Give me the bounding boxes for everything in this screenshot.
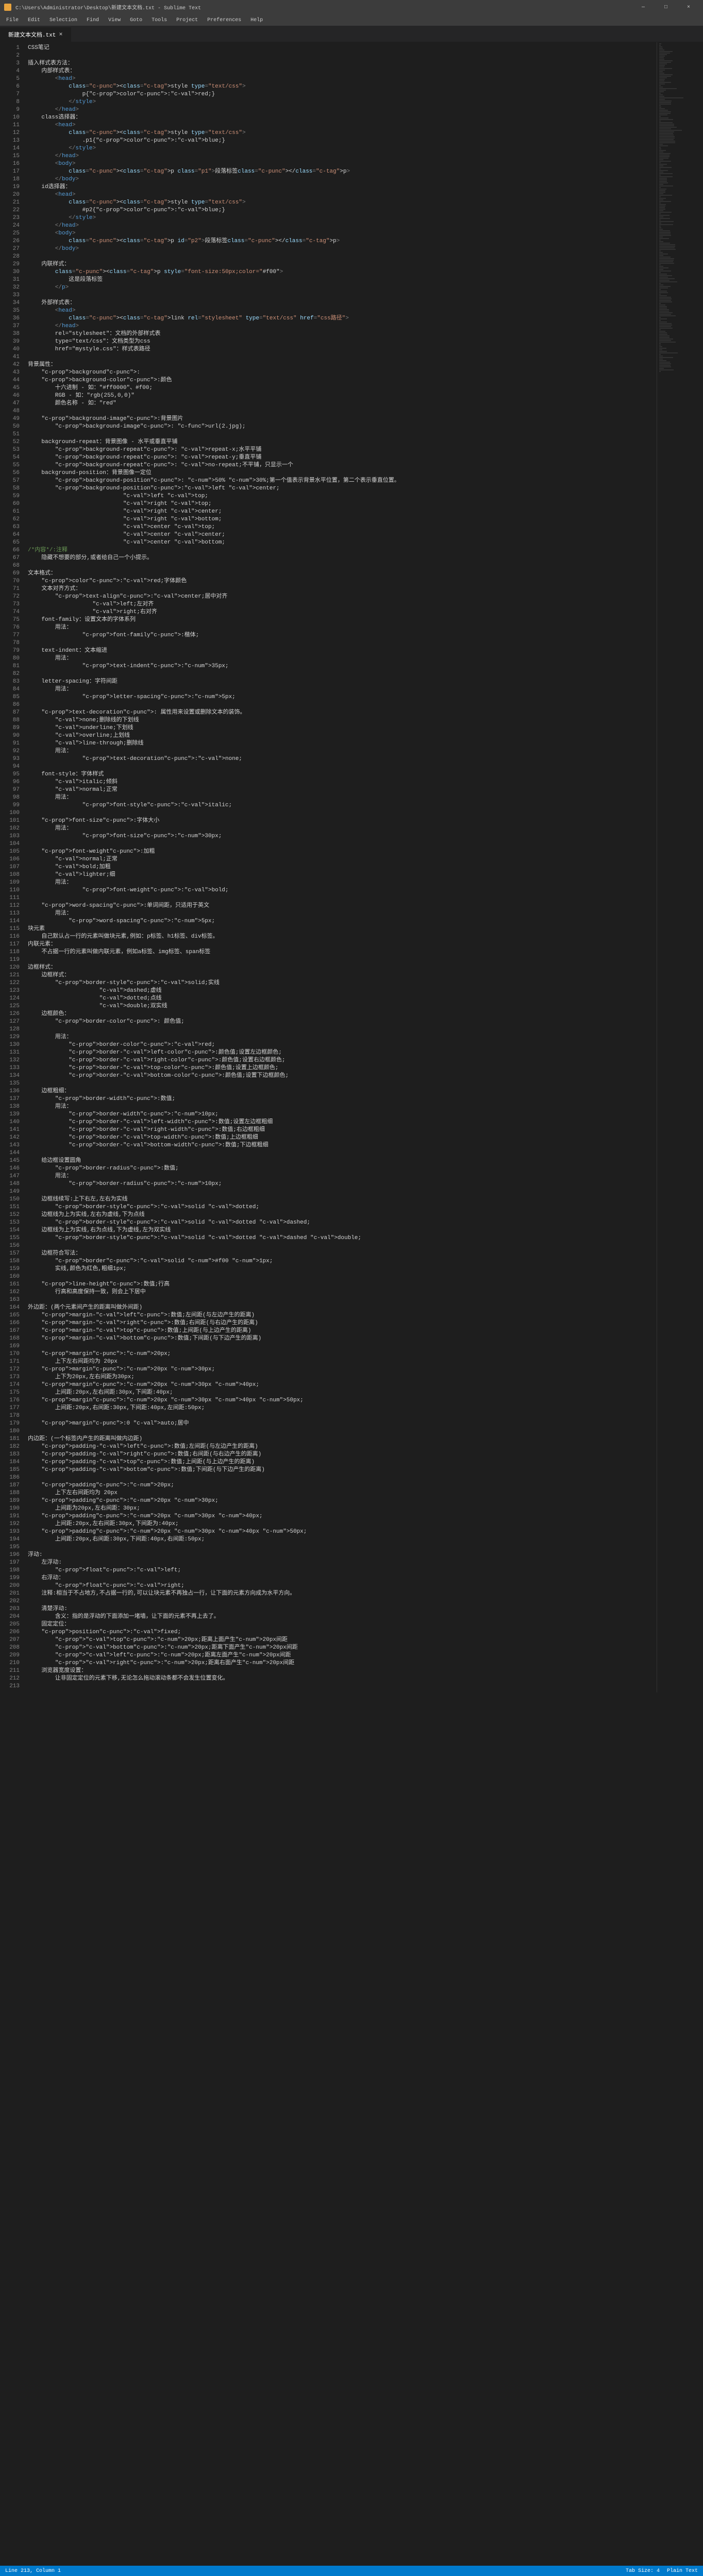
editor: 1234567891011121314151617181920212223242… xyxy=(0,42,703,1692)
menu-goto[interactable]: Goto xyxy=(126,16,146,24)
menu-help[interactable]: Help xyxy=(246,16,267,24)
tab-label: 新建文本文档.txt xyxy=(8,30,56,39)
menu-edit[interactable]: Edit xyxy=(24,16,44,24)
minimap[interactable] xyxy=(657,42,703,1692)
maximize-button[interactable]: □ xyxy=(656,0,676,14)
minimize-button[interactable]: — xyxy=(633,0,654,14)
menu-preferences[interactable]: Preferences xyxy=(203,16,245,24)
line-gutter: 1234567891011121314151617181920212223242… xyxy=(0,42,24,1692)
menu-bar: File Edit Selection Find View Goto Tools… xyxy=(0,14,703,26)
title-bar: C:\Users\Administrator\Desktop\新建文本文档.tx… xyxy=(0,0,703,14)
menu-file[interactable]: File xyxy=(2,16,23,24)
tab-active[interactable]: 新建文本文档.txt × xyxy=(0,27,71,42)
menu-find[interactable]: Find xyxy=(82,16,103,24)
menu-project[interactable]: Project xyxy=(172,16,202,24)
app-icon xyxy=(4,4,11,11)
status-cursor[interactable]: Line 213, Column 1 xyxy=(5,2568,61,2574)
tab-bar: 新建文本文档.txt × xyxy=(0,26,703,42)
window-title: C:\Users\Administrator\Desktop\新建文本文档.tx… xyxy=(15,3,201,11)
status-bar: Line 213, Column 1 Tab Size: 4 Plain Tex… xyxy=(0,2566,703,2576)
window-controls: — □ × xyxy=(633,0,699,14)
tab-close-icon[interactable]: × xyxy=(59,31,62,38)
menu-tools[interactable]: Tools xyxy=(147,16,171,24)
menu-selection[interactable]: Selection xyxy=(45,16,81,24)
menu-view[interactable]: View xyxy=(104,16,125,24)
close-button[interactable]: × xyxy=(678,0,699,14)
code-content[interactable]: CSS笔记插入样式表方法： 内部样式表： <head> class="c-pun… xyxy=(24,42,657,1692)
status-spaces[interactable]: Tab Size: 4 xyxy=(626,2568,660,2574)
status-lang[interactable]: Plain Text xyxy=(667,2568,698,2574)
